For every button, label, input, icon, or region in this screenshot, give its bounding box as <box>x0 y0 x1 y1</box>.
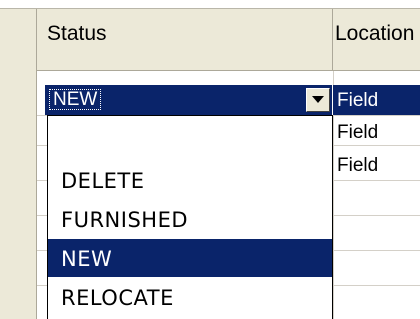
column-header-status[interactable]: Status <box>37 9 333 71</box>
location-cell[interactable]: Field <box>333 150 420 180</box>
status-dropdown-button[interactable] <box>306 88 330 112</box>
location-cell-text: Field <box>337 122 379 143</box>
location-cell-text: Field <box>337 155 379 176</box>
location-cell[interactable]: Field <box>333 85 420 115</box>
status-option-label: NEW <box>61 247 113 271</box>
status-option-relocate[interactable]: RELOCATE <box>48 278 332 316</box>
status-combo-value[interactable]: NEW <box>48 89 102 110</box>
row-header-column <box>0 9 37 319</box>
column-header-status-label: Status <box>47 22 107 45</box>
location-cell-text: Field <box>337 90 379 111</box>
chevron-down-icon <box>312 96 324 103</box>
status-option-label: DELETE <box>61 169 145 193</box>
column-header-location-label: Location <box>335 22 415 45</box>
status-combo-box[interactable]: NEW <box>45 85 332 115</box>
status-option-label: RELOCATE <box>61 286 174 310</box>
status-dropdown-list[interactable]: DELETE FURNISHED NEW RELOCATE <box>47 115 333 319</box>
status-option-new[interactable]: NEW <box>48 239 332 277</box>
status-option-delete[interactable]: DELETE <box>48 161 332 199</box>
grid-top-border <box>0 0 420 9</box>
status-option-furnished[interactable]: FURNISHED <box>48 200 332 238</box>
column-header-location[interactable]: Location <box>333 9 420 71</box>
status-option-label: FURNISHED <box>61 208 189 232</box>
location-cell[interactable]: Field <box>333 117 420 147</box>
status-option-blank[interactable] <box>48 116 332 156</box>
